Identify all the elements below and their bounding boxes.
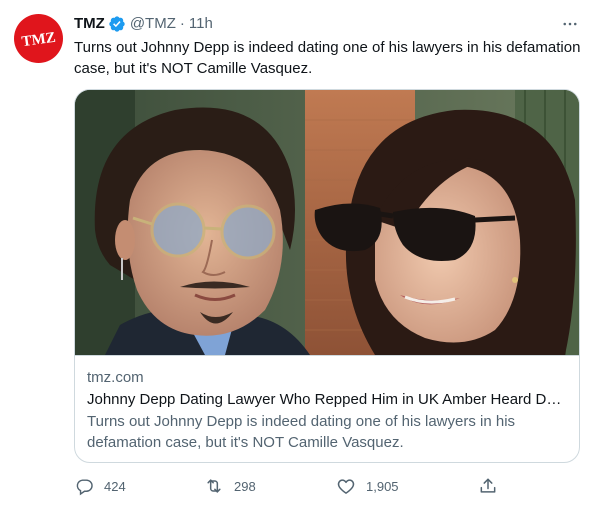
tweet-timestamp[interactable]: 11h	[189, 14, 213, 34]
verified-badge-icon	[108, 15, 126, 33]
author-handle[interactable]: @TMZ	[130, 14, 176, 34]
tweet[interactable]: TMZ TMZ @TMZ · 11h Turns out Johnny Depp…	[0, 0, 600, 505]
card-domain: tmz.com	[87, 369, 144, 386]
more-horizontal-icon[interactable]	[560, 14, 580, 34]
retweet-button[interactable]: 298	[204, 474, 256, 498]
reply-count: 424	[104, 478, 126, 494]
tweet-header: TMZ @TMZ · 11h	[74, 14, 580, 34]
tmz-logo-icon: TMZ	[21, 30, 57, 51]
card-body[interactable]: tmz.com Johnny Depp Dating Lawyer Who Re…	[75, 355, 579, 462]
retweet-icon	[204, 476, 224, 496]
retweet-count: 298	[234, 478, 256, 494]
avatar[interactable]: TMZ	[14, 14, 63, 63]
like-count: 1,905	[366, 478, 399, 494]
avatar-logo-text: TMZ	[21, 30, 57, 51]
share-icon	[478, 476, 498, 496]
link-card[interactable]: tmz.com Johnny Depp Dating Lawyer Who Re…	[74, 89, 580, 463]
heart-icon	[336, 476, 356, 496]
tweet-text: Turns out Johnny Depp is indeed dating o…	[74, 39, 581, 77]
reply-icon	[74, 476, 94, 496]
tweet-actions: 424 298 1,905	[74, 474, 504, 498]
like-button[interactable]: 1,905	[336, 474, 399, 498]
share-button[interactable]	[478, 474, 508, 498]
card-title: Johnny Depp Dating Lawyer Who Repped Him…	[87, 391, 567, 408]
header-separator: ·	[179, 15, 185, 32]
card-description: Turns out Johnny Depp is indeed dating o…	[87, 413, 516, 451]
reply-button[interactable]: 424	[74, 474, 126, 498]
card-image[interactable]	[75, 90, 579, 355]
author-name[interactable]: TMZ	[74, 14, 105, 34]
